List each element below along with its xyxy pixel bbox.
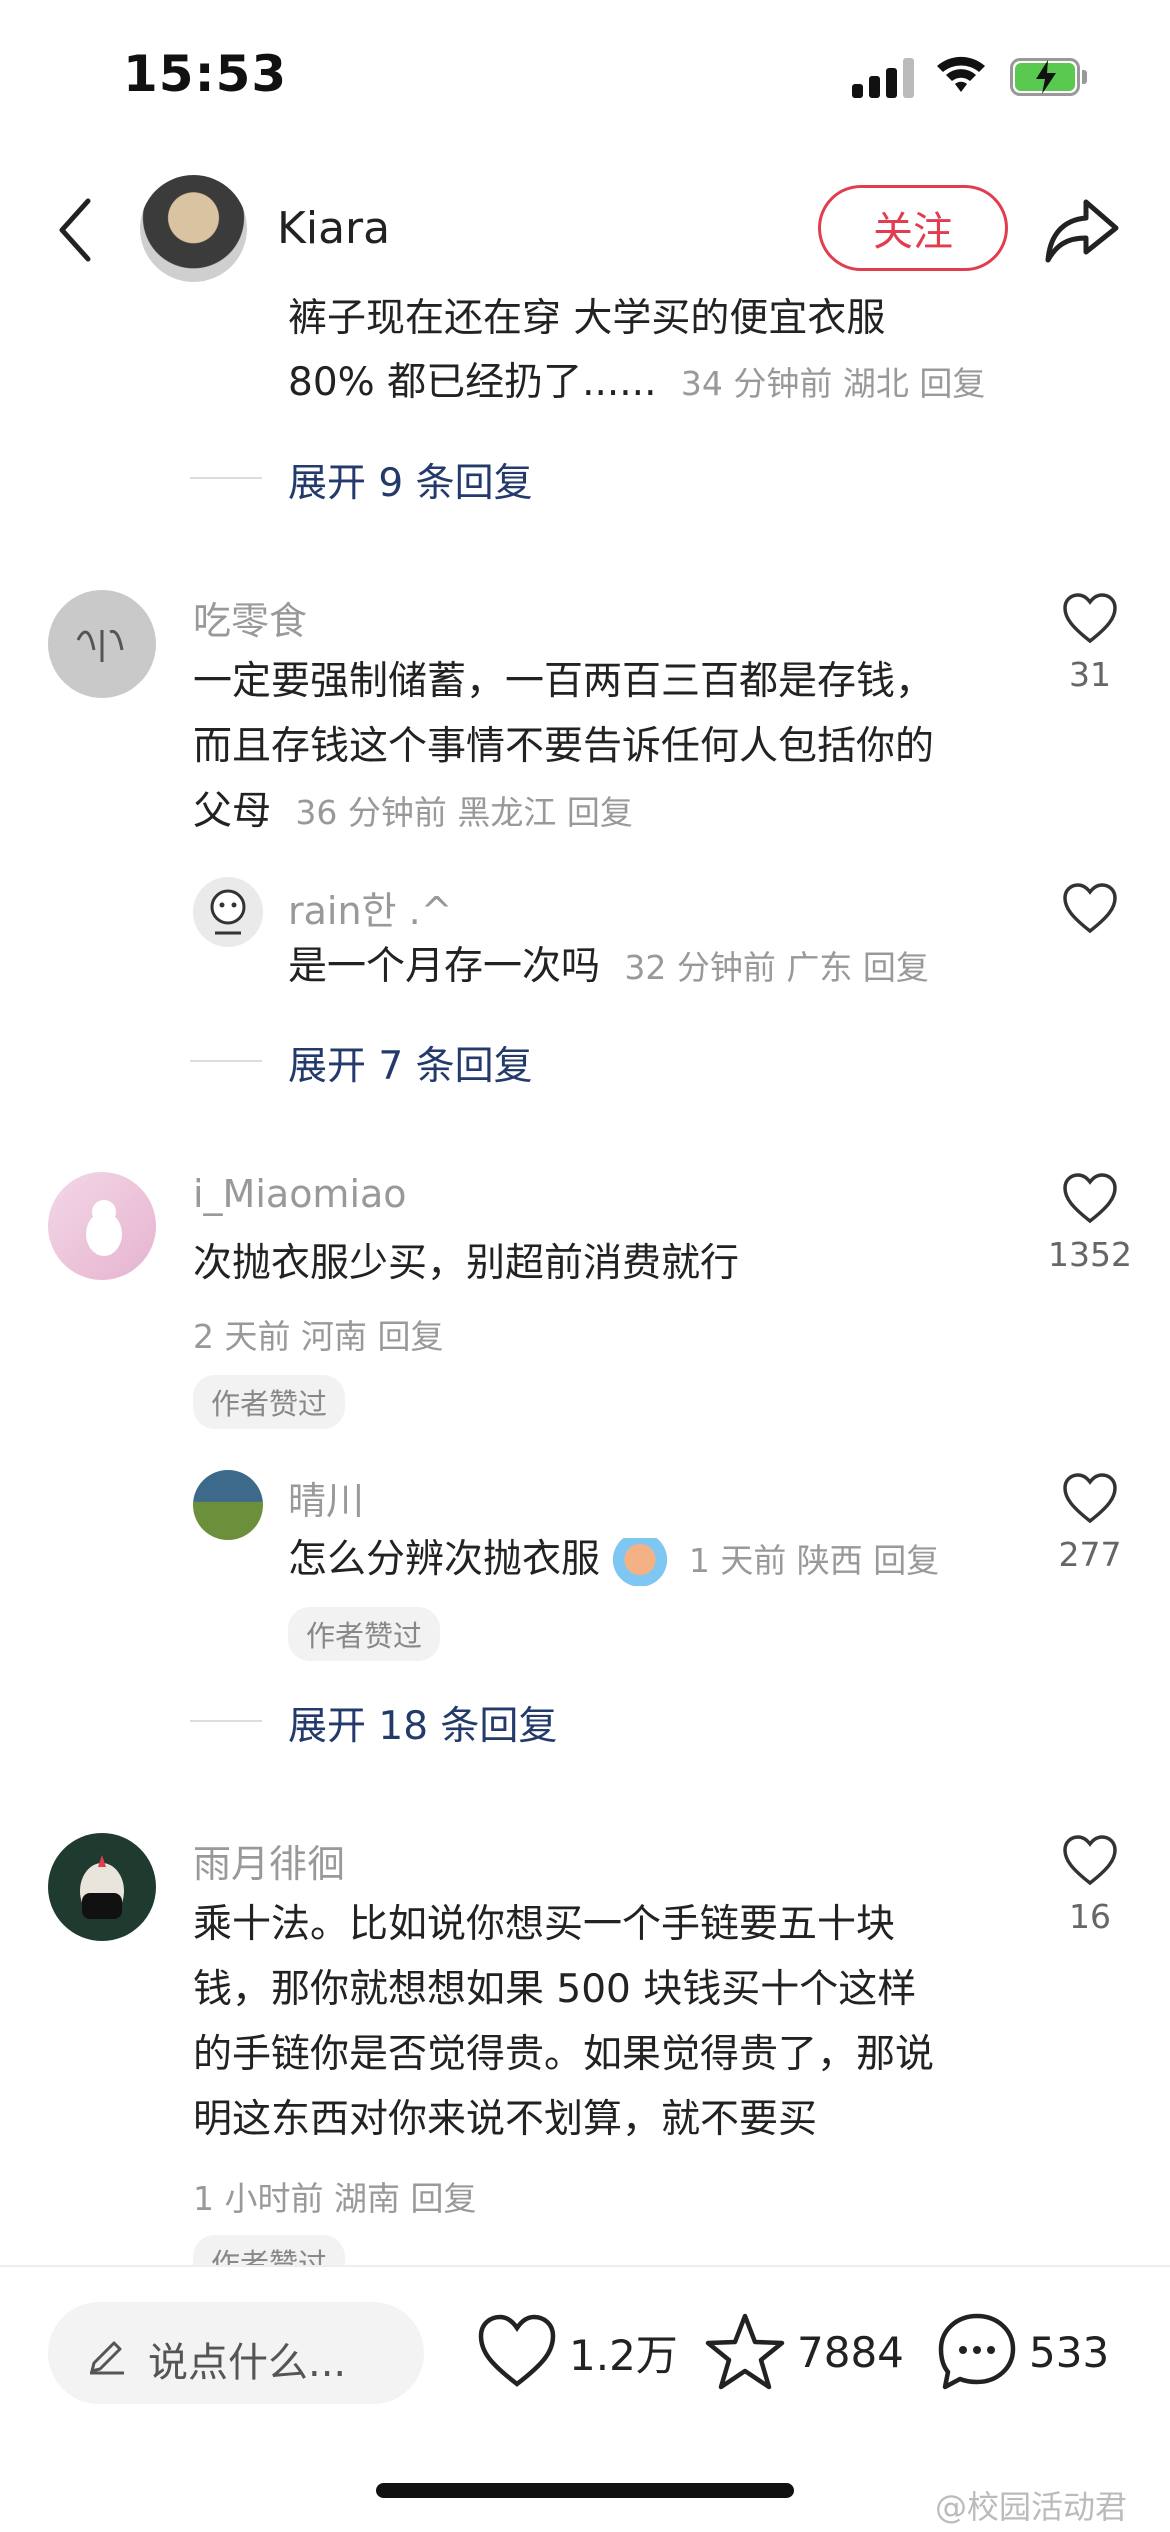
like-count: 277 (1058, 1535, 1122, 1574)
divider (190, 477, 262, 479)
reply-text: 80% 都已经扔了...... 34 分钟前 湖北 回复 (288, 351, 985, 416)
comment-meta[interactable]: 2 天前 河南 回复 (193, 1310, 443, 1358)
commenter-avatar[interactable] (48, 590, 156, 698)
like-heart-icon[interactable] (1062, 1835, 1118, 1887)
divider (190, 1720, 262, 1722)
reply-meta[interactable]: 1 天前 陕西 回复 (689, 1541, 939, 1580)
comment-text: 而且存钱这个事情不要告诉任何人包括你的 (193, 724, 935, 769)
follow-button[interactable]: 关注 (818, 185, 1008, 271)
author-liked-badge: 作者赞过 (193, 2235, 346, 2265)
author-liked-badge: 作者赞过 (193, 1375, 346, 1429)
reply-text-line: 80% 都已经扔了...... (288, 360, 657, 405)
comment-text: 乘十法。比如说你想买一个手链要五十块 (193, 1902, 896, 1947)
share-icon[interactable] (1042, 190, 1122, 270)
commenter-name[interactable]: 雨月徘徊 (193, 1833, 345, 1888)
star-icon (705, 2313, 785, 2390)
reply-meta[interactable]: 34 分钟前 湖北 回复 (681, 364, 985, 403)
author-name[interactable]: Kiara (277, 203, 390, 254)
like-heart-icon[interactable] (1062, 593, 1118, 645)
reply-text: 裤子现在还在穿 大学买的便宜衣服 (288, 296, 886, 341)
like-heart-icon (478, 2314, 556, 2387)
post-header: Kiara 关注 (0, 165, 1170, 295)
like-count: 1352 (1048, 1235, 1132, 1274)
reply-name[interactable]: 晴川 (288, 1470, 364, 1525)
like-heart-icon[interactable] (1062, 1473, 1118, 1525)
reply-text-line: 是一个月存一次吗 32 分钟前 广东 回复 (288, 935, 929, 1000)
comment-total: 533 (1029, 2327, 1110, 2377)
like-action[interactable]: 1.2万 (475, 2307, 678, 2397)
commenter-name[interactable]: 吃零食 (193, 590, 307, 645)
divider (190, 1060, 262, 1062)
status-bar: 15:53 (0, 0, 1170, 150)
commenter-avatar[interactable] (48, 1833, 156, 1941)
watermark: @校园活动君 (935, 2488, 1128, 2526)
favorite-action[interactable]: 7884 (703, 2307, 904, 2397)
reply-text-line: 怎么分辨次抛衣服 1 天前 陕西 回复 (288, 1528, 939, 1593)
reply-avatar[interactable] (193, 1470, 263, 1540)
comment-input-placeholder: 说点什么... (148, 2340, 347, 2386)
like-count: 31 (1069, 655, 1111, 694)
battery-icon (1010, 58, 1088, 96)
back-arrow-icon[interactable] (52, 195, 102, 265)
cellular-signal-icon (852, 58, 914, 98)
commenter-name[interactable]: i_Miaomiao (193, 1172, 407, 1216)
reply-name[interactable]: rain한 .^ (288, 880, 453, 935)
expand-replies-button[interactable]: 展开 7 条回复 (288, 1035, 533, 1091)
comment-text-line: 父母 36 分钟前 黑龙江 回复 (193, 780, 633, 845)
like-count: 16 (1069, 1897, 1111, 1936)
comment-list[interactable]: 裤子现在还在穿 大学买的便宜衣服 80% 都已经扔了...... 34 分钟前 … (0, 295, 1170, 2265)
comment-text: 一定要强制储蓄，一百两百三百都是存钱， (193, 659, 935, 704)
comment-meta[interactable]: 1 小时前 湖南 回复 (193, 2172, 476, 2220)
expand-replies-button[interactable]: 展开 9 条回复 (288, 452, 533, 508)
author-avatar[interactable] (140, 175, 247, 282)
pencil-icon (90, 2341, 124, 2375)
comment-action[interactable]: 533 (935, 2307, 1109, 2397)
comment-text: 的手链你是否觉得贵。如果觉得贵了，那说 (193, 2032, 935, 2077)
comment-text: 父母 (193, 789, 272, 834)
crying-emoji-icon (612, 1537, 669, 1586)
home-indicator[interactable] (376, 2483, 794, 2498)
reply-text: 怎么分辨次抛衣服 (288, 1537, 601, 1582)
comment-text: 次抛衣服少买，别超前消费就行 (193, 1241, 740, 1286)
favorite-total: 7884 (797, 2327, 904, 2377)
comment-text: 明这东西对你来说不划算，就不要买 (193, 2097, 818, 2142)
like-total: 1.2万 (569, 2330, 678, 2380)
reply-avatar[interactable] (193, 877, 263, 947)
like-heart-icon[interactable] (1062, 1173, 1118, 1225)
reply-meta[interactable]: 32 分钟前 广东 回复 (624, 948, 928, 987)
wifi-icon (937, 56, 985, 92)
expand-replies-button[interactable]: 展开 18 条回复 (288, 1695, 557, 1751)
status-time: 15:53 (123, 45, 288, 103)
comment-meta[interactable]: 36 分钟前 黑龙江 回复 (295, 793, 632, 832)
comment-input[interactable]: 说点什么... (48, 2302, 424, 2404)
reply-text: 是一个月存一次吗 (288, 944, 601, 989)
commenter-avatar[interactable] (48, 1172, 156, 1280)
comment-bubble-icon (938, 2313, 1016, 2390)
comment-text: 钱，那你就想想如果 500 块钱买十个这样 (193, 1967, 917, 2012)
like-heart-icon[interactable] (1062, 883, 1118, 935)
author-liked-badge: 作者赞过 (288, 1607, 441, 1661)
